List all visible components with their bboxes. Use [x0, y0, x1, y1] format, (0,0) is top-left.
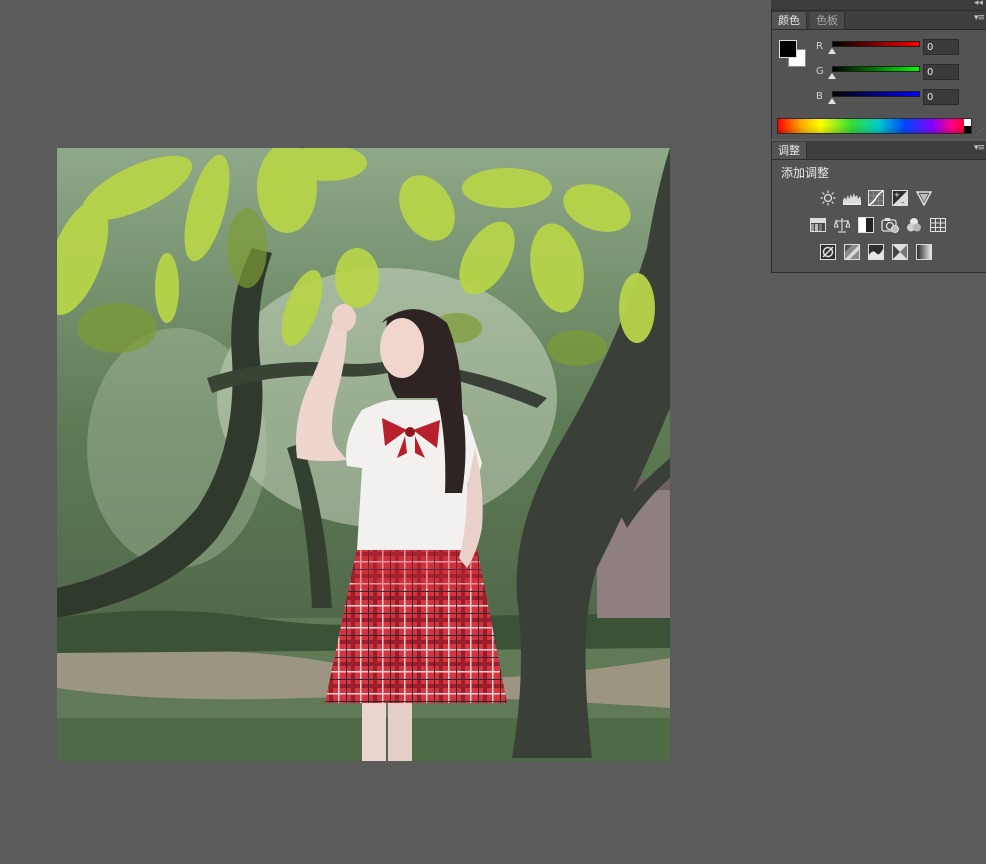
red-channel-label: R	[816, 41, 823, 52]
invert-icon[interactable]	[819, 243, 837, 261]
green-slider-thumb[interactable]	[828, 73, 836, 79]
blue-channel-label: B	[816, 91, 823, 102]
add-adjustment-title: 添加调整	[781, 166, 830, 180]
brightness-contrast-icon[interactable]	[819, 189, 837, 207]
photo-filter-icon[interactable]	[881, 216, 899, 234]
vibrance-icon[interactable]	[915, 189, 933, 207]
adjustments-panel: 调整 ▾≡ 添加调整 + –	[771, 141, 986, 273]
hue-saturation-icon[interactable]	[809, 216, 827, 234]
blue-slider-thumb[interactable]	[828, 98, 836, 104]
curves-icon[interactable]	[867, 189, 885, 207]
collapse-dock-icon[interactable]: ◂◂	[974, 0, 983, 8]
color-balance-icon[interactable]	[833, 216, 851, 234]
color-panel-tabbar: 颜色 色板 ▾≡	[772, 11, 986, 30]
color-spectrum-bar[interactable]	[777, 118, 972, 134]
svg-text:+: +	[894, 191, 900, 199]
photo-image	[57, 148, 670, 761]
adjustments-panel-tabbar: 调整 ▾≡	[772, 141, 986, 160]
gradient-map-icon[interactable]	[915, 243, 933, 261]
green-value-input[interactable]: 0	[923, 64, 959, 80]
black-white-icon[interactable]	[857, 216, 875, 234]
tab-swatches[interactable]: 色板	[810, 12, 845, 29]
color-lookup-icon[interactable]	[929, 216, 947, 234]
exposure-icon[interactable]: + –	[891, 189, 909, 207]
document-canvas[interactable]	[57, 148, 670, 761]
green-channel-label: G	[816, 66, 824, 77]
foreground-color-swatch[interactable]	[779, 40, 797, 58]
selective-color-icon[interactable]	[891, 243, 909, 261]
blue-slider[interactable]	[832, 91, 920, 97]
red-slider[interactable]	[832, 41, 920, 47]
red-value-input[interactable]: 0	[923, 39, 959, 55]
tab-adjustments[interactable]: 调整	[772, 142, 807, 159]
panel-menu-icon[interactable]: ▾≡	[974, 13, 985, 23]
channel-mixer-icon[interactable]	[905, 216, 923, 234]
color-panel: 颜色 色板 ▾≡ R 0 G 0 B 0 ⋰	[771, 11, 986, 139]
resize-grip-icon[interactable]: ⋰	[976, 127, 984, 136]
green-slider[interactable]	[832, 66, 920, 72]
levels-icon[interactable]	[843, 189, 861, 207]
blue-value-input[interactable]: 0	[923, 89, 959, 105]
panel-menu-icon[interactable]: ▾≡	[974, 143, 985, 153]
svg-text:–: –	[901, 198, 905, 206]
red-slider-thumb[interactable]	[828, 48, 836, 54]
dock-header: ◂◂	[771, 0, 986, 11]
threshold-icon[interactable]	[867, 243, 885, 261]
posterize-icon[interactable]	[843, 243, 861, 261]
tab-color[interactable]: 颜色	[772, 12, 807, 29]
black-white-ramp[interactable]	[964, 119, 971, 133]
